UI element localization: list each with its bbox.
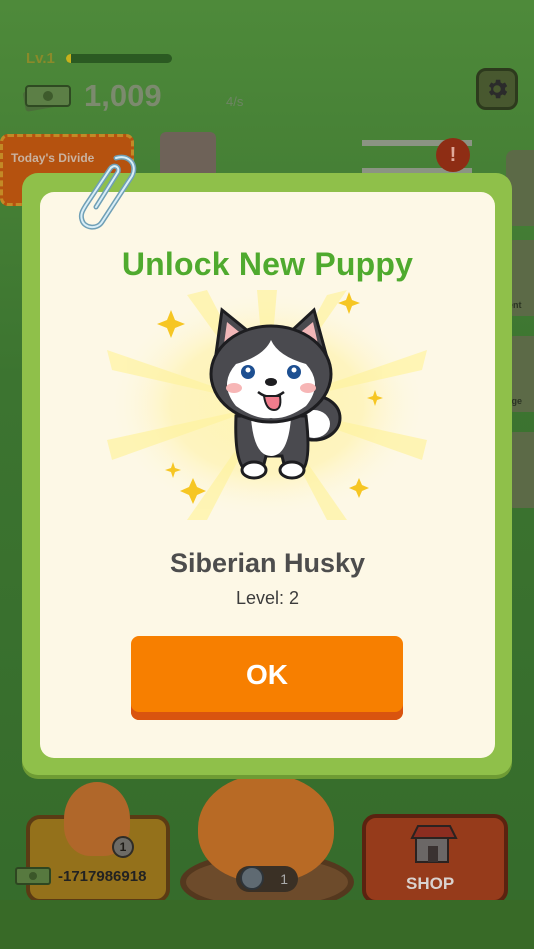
paperclip-icon <box>78 154 137 230</box>
puppy-level: Level: 2 <box>235 588 300 608</box>
dialog-title: Unlock New Puppy <box>121 246 414 282</box>
husky-puppy-image <box>209 307 342 480</box>
ok-button-label: OK <box>246 659 288 690</box>
puppy-name: Siberian Husky <box>169 548 366 578</box>
ok-button[interactable]: OK <box>131 636 403 720</box>
